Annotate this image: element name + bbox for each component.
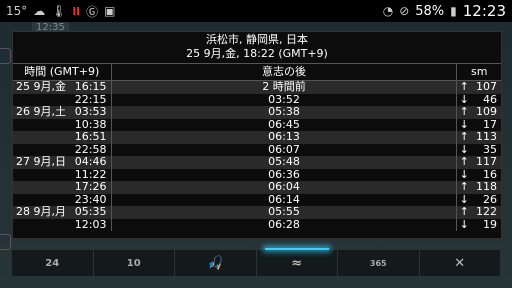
battery-percent: 58% (415, 3, 445, 19)
no-sim-icon: ⊘ (399, 4, 410, 18)
since-cell: 06:04 (110, 180, 457, 194)
temperature-label: 15° (6, 4, 28, 18)
bottom-toolbar: 24 10 🎣 ≈ 365 ✕ (12, 248, 501, 276)
day-cell (13, 168, 61, 181)
time-cell: 12:03 (61, 218, 111, 231)
since-cell: 05:38 (110, 105, 457, 119)
height-cell: 109 (470, 105, 501, 119)
side-handle[interactable] (0, 48, 11, 64)
day-cell: 27 9月,日 (13, 155, 66, 169)
clock: 12:23 (462, 2, 506, 20)
waves-icon: ≈ (291, 255, 303, 271)
height-cell: 122 (470, 205, 501, 219)
header-time: 時間 (GMT+9) (13, 63, 111, 81)
direction-icon: ↑ (456, 80, 471, 94)
day-cell: 28 9月,月 (13, 205, 66, 219)
tide-row: 25 9月,金 16:15 2 時間前 ↑ 107 (13, 80, 501, 94)
cloud-icon: ☁ (33, 4, 46, 18)
fisherman-icon: 🎣 (207, 255, 224, 271)
day-cell (13, 218, 61, 231)
close-button[interactable]: ✕ (420, 250, 501, 276)
side-handle[interactable] (0, 234, 11, 250)
direction-icon: ↓ (456, 218, 471, 231)
since-cell: 06:13 (110, 130, 457, 144)
date-subtitle: 25 9月,金, 18:22 (GMT+9) (186, 47, 328, 60)
height-cell: 19 (470, 218, 501, 231)
tide-row: 28 9月,月 05:35 05:55 ↑ 122 (13, 205, 501, 219)
tide-row: 27 9月,日 04:46 05:48 ↑ 117 (13, 155, 501, 169)
day-cell (13, 118, 61, 131)
fishing-button[interactable]: 🎣 (175, 250, 257, 276)
direction-icon: ↑ (456, 155, 471, 169)
day-cell (13, 181, 61, 194)
tide-row: 17:26 06:04 ↑ 118 (13, 180, 501, 194)
day-cell (13, 131, 61, 144)
tide-table-dialog: 浜松市, 静岡県, 日本 25 9月,金, 18:22 (GMT+9) 時間 (… (12, 31, 502, 239)
direction-icon: ↑ (456, 105, 471, 119)
height-cell: 113 (470, 130, 501, 144)
tide-table: 時間 (GMT+9) 意志の後 sm 25 9月,金 16:15 2 時間前 ↑ 107… (13, 63, 501, 231)
tide-row: 16:51 06:13 ↑ 113 (13, 130, 501, 144)
location-title: 浜松市, 静岡県, 日本 (206, 33, 308, 46)
direction-icon: ↑ (456, 205, 471, 219)
range-365-button[interactable]: 365 (338, 250, 420, 276)
tide-row: 12:03 06:28 ↓ 19 (13, 218, 501, 231)
direction-icon: ↑ (456, 130, 471, 144)
day-cell: 26 9月,土 (13, 105, 66, 119)
wifi-icon: ◔ (382, 4, 394, 18)
time-cell: 16:15 (61, 80, 111, 94)
temperature-icon: 🌡 (51, 4, 67, 18)
range-10-button[interactable]: 10 (94, 250, 175, 276)
time-cell: 03:53 (61, 105, 111, 119)
time-cell: 04:46 (61, 155, 111, 169)
height-cell: 118 (470, 180, 501, 194)
time-cell: 16:51 (61, 130, 111, 144)
tide-button[interactable]: ≈ (257, 248, 338, 276)
close-icon: ✕ (454, 255, 466, 271)
dialog-header: 浜松市, 静岡県, 日本 25 9月,金, 18:22 (GMT+9) (13, 32, 501, 63)
since-cell: 06:28 (110, 218, 457, 231)
since-cell: 05:48 (110, 155, 457, 169)
height-cell: 107 (470, 80, 501, 94)
range-365-label: 365 (369, 258, 387, 268)
tide-row: 26 9月,土 03:53 05:38 ↑ 109 (13, 105, 501, 119)
day-cell: 25 9月,金 (13, 80, 66, 94)
direction-icon: ↑ (456, 180, 471, 194)
range-10-label: 10 (126, 257, 141, 269)
since-cell: 05:55 (110, 205, 457, 219)
since-cell: 2 時間前 (110, 80, 457, 94)
image-icon: ▣ (104, 4, 116, 18)
signal-red-icon: ll (72, 4, 81, 18)
time-cell: 05:35 (61, 205, 111, 219)
height-cell: 117 (470, 155, 501, 169)
range-24-button[interactable]: 24 (12, 250, 94, 276)
battery-icon: ▮ (450, 4, 457, 18)
range-24-label: 24 (45, 257, 60, 269)
status-bar: 15° ☁ 🌡 ll Ⓖ ▣ ◔ ⊘ 58% ▮ 12:23 (0, 0, 512, 22)
header-since: 意志の後 (110, 63, 457, 81)
time-cell: 17:26 (61, 180, 111, 194)
header-unit: sm (456, 63, 501, 81)
g-icon: Ⓖ (86, 4, 99, 19)
